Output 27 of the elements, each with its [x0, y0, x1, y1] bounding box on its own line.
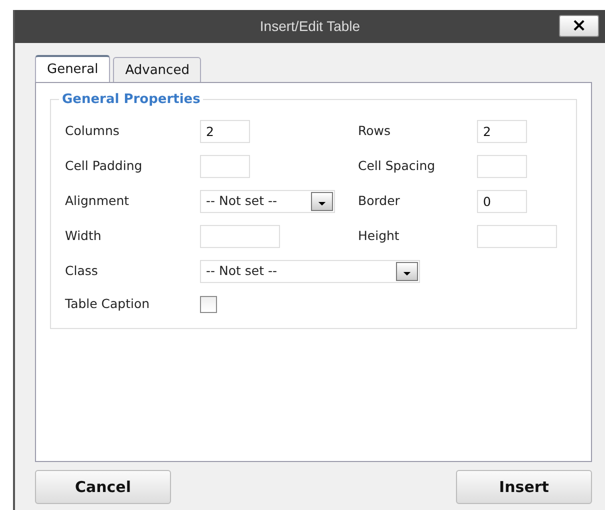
checkbox[interactable]	[200, 296, 217, 313]
field-label: Table Caption	[65, 295, 151, 313]
field-label: Cell Spacing	[358, 157, 436, 176]
input-field[interactable]	[200, 155, 250, 178]
dialog-button[interactable]: Insert	[456, 470, 592, 504]
input-field[interactable]: 2	[200, 120, 250, 143]
tab[interactable]: Advanced	[113, 57, 202, 82]
tab[interactable]: General	[35, 55, 110, 82]
dialog-button[interactable]: Cancel	[35, 470, 171, 504]
input-field[interactable]	[477, 155, 527, 178]
field-label: Columns	[65, 122, 120, 140]
field-label: Cell Padding	[65, 157, 144, 176]
group-legend: General Properties	[59, 93, 204, 106]
input-field[interactable]: 0	[477, 190, 527, 213]
field-label: Alignment	[65, 192, 130, 210]
field-label: Rows	[358, 122, 392, 140]
input-field[interactable]	[477, 225, 557, 248]
field-label: Class	[65, 262, 99, 280]
field-label: Border	[358, 192, 401, 210]
input-field[interactable]: 2	[477, 120, 527, 143]
field-label: Height	[358, 227, 400, 246]
input-field[interactable]	[200, 225, 280, 248]
dropdown[interactable]: -- Not set --	[200, 190, 335, 213]
dropdown[interactable]: -- Not set --	[200, 260, 420, 283]
window-title: Insert/Edit Table	[260, 17, 360, 36]
close-button[interactable]: ×	[559, 15, 599, 37]
field-label: Width	[65, 227, 102, 246]
